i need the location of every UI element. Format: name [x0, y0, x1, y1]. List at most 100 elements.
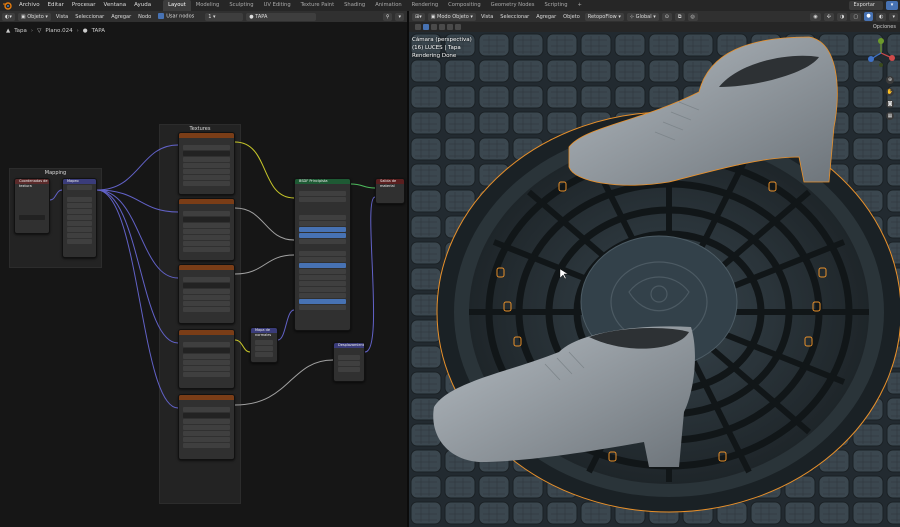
perspective-grid-icon[interactable]: ▦: [886, 112, 894, 120]
node-row: [338, 367, 360, 372]
pivot-icon[interactable]: ⊙: [661, 12, 672, 21]
node-material-output[interactable]: Salida de material: [375, 178, 405, 204]
node-image-texture-1[interactable]: [178, 132, 235, 195]
node-row: [67, 239, 92, 244]
node-row: [183, 342, 230, 347]
node-title: [179, 133, 234, 138]
shading-options-icon[interactable]: ▾: [889, 12, 898, 21]
node-mapping[interactable]: Mapeo: [62, 178, 97, 258]
node-image-texture-5[interactable]: [178, 394, 235, 460]
tab-rendering[interactable]: Rendering: [407, 0, 444, 11]
breadcrumb-mesh[interactable]: Plano.024: [45, 28, 72, 34]
scene-selector-icon[interactable]: ▾: [886, 1, 898, 10]
node-displacement[interactable]: Desplazamiento: [333, 342, 365, 382]
xray-icon[interactable]: ▢: [850, 12, 862, 21]
link-bsdf-out: [350, 183, 376, 189]
node-texture-coordinate[interactable]: Coordenadas de textura: [14, 178, 50, 234]
viewport-tool-header: Opciones: [409, 22, 900, 32]
menu-objeto[interactable]: Objeto: [561, 14, 582, 20]
node-image-texture-2[interactable]: [178, 198, 235, 261]
select-box-icon[interactable]: [423, 24, 429, 30]
menu-seleccionar[interactable]: Seleccionar: [73, 14, 106, 20]
menu-seleccionar[interactable]: Seleccionar: [498, 14, 531, 20]
overlay-icon[interactable]: ▾: [395, 12, 404, 21]
zoom-icon[interactable]: ⊕: [886, 76, 894, 84]
visibility-icon[interactable]: ◉: [810, 12, 821, 21]
select-intersect-icon[interactable]: [455, 24, 461, 30]
node-row: [299, 251, 346, 256]
menu-agregar[interactable]: Agregar: [534, 14, 558, 20]
node-row: [67, 221, 92, 226]
camera-view-icon[interactable]: ◙: [886, 100, 894, 108]
node-title: [179, 330, 234, 335]
node-row: [183, 437, 230, 442]
menu-vista[interactable]: Vista: [479, 14, 495, 20]
node-row: [299, 227, 346, 232]
options-menu[interactable]: Opciones: [873, 24, 896, 30]
breadcrumb-material[interactable]: TAPA: [92, 28, 105, 34]
menu-nodo[interactable]: Nodo: [136, 14, 153, 20]
mode-select[interactable]: ▣ Modo Objeto ▾: [427, 12, 476, 21]
select-subtract-icon[interactable]: [439, 24, 445, 30]
tab-scripting[interactable]: Scripting: [539, 0, 572, 11]
node-row: [19, 197, 45, 202]
transform-orientation-select[interactable]: ⊹ Global ▾: [626, 12, 659, 21]
tab-compositing[interactable]: Compositing: [443, 0, 486, 11]
link-metallic: [234, 254, 295, 275]
node-row: [183, 443, 230, 448]
material-select[interactable]: ● TAPA: [246, 12, 317, 21]
node-row: [299, 275, 346, 280]
select-invert-icon[interactable]: [447, 24, 453, 30]
menu-procesar[interactable]: Procesar: [68, 0, 100, 11]
menu-agregar[interactable]: Agregar: [109, 14, 133, 20]
use-nodes-checkbox[interactable]: Usar nodos: [156, 13, 196, 20]
blender-logo-icon[interactable]: [2, 1, 12, 10]
menu-vista[interactable]: Vista: [54, 14, 70, 20]
pan-hand-icon[interactable]: ✋: [886, 88, 894, 96]
tab-shading[interactable]: Shading: [339, 0, 370, 11]
tab-modeling[interactable]: Modeling: [191, 0, 225, 11]
3d-viewport[interactable]: Cámara (perspectiva) (16) LUCES | Tapa R…: [409, 32, 900, 527]
node-row: [67, 227, 92, 232]
node-row: [299, 311, 346, 316]
overlays-icon[interactable]: ◑: [837, 12, 848, 21]
tab-texture-paint[interactable]: Texture Paint: [296, 0, 339, 11]
gizmo-toggle-icon[interactable]: ✣: [823, 12, 834, 21]
select-extend-icon[interactable]: [431, 24, 437, 30]
menu-archivo[interactable]: Archivo: [15, 0, 44, 11]
shading-rendered-icon[interactable]: ◐: [876, 12, 887, 21]
node-canvas[interactable]: Mapping Coordenadas de textura Mapeo Tex…: [0, 40, 407, 527]
select-tool-icon[interactable]: [415, 24, 421, 30]
node-image-texture-4[interactable]: [178, 329, 235, 389]
add-workspace-button[interactable]: +: [573, 0, 587, 11]
node-row: [183, 271, 230, 276]
editor-type-icon[interactable]: ◐▾: [2, 12, 15, 21]
tab-geometry-nodes[interactable]: Geometry Nodes: [486, 0, 540, 11]
object-mode-select[interactable]: ▣ Objeto ▾: [17, 12, 51, 21]
shading-solid-icon[interactable]: ●: [864, 12, 874, 21]
export-button[interactable]: Exportar: [848, 1, 883, 10]
menu-ayuda[interactable]: Ayuda: [130, 0, 155, 11]
slot-select[interactable]: 1 ▾: [205, 12, 244, 21]
breadcrumb-object[interactable]: Tapa: [14, 28, 27, 34]
tab-sculpting[interactable]: Sculpting: [224, 0, 258, 11]
node-normal-map[interactable]: Mapa de normales: [250, 327, 278, 363]
tab-uv-editing[interactable]: UV Editing: [259, 0, 296, 11]
node-principled-bsdf[interactable]: BSDF Principista: [294, 178, 351, 331]
node-title: [179, 199, 234, 204]
node-row: [183, 283, 230, 288]
node-row: [183, 354, 230, 359]
retopoflow-menu[interactable]: RetopoFlow ▾: [584, 12, 624, 21]
node-image-texture-3[interactable]: [178, 264, 235, 324]
navigation-gizmo-icon[interactable]: [866, 38, 896, 68]
menu-editar[interactable]: Editar: [44, 0, 68, 11]
node-row: [183, 175, 230, 180]
node-row: [183, 289, 230, 294]
tab-animation[interactable]: Animation: [370, 0, 406, 11]
editor-type-icon[interactable]: ⊞▾: [412, 12, 425, 21]
tab-layout[interactable]: Layout: [163, 0, 191, 11]
proportional-edit-icon[interactable]: ◎: [687, 12, 698, 21]
pin-icon[interactable]: ⚲: [382, 12, 393, 21]
menu-ventana[interactable]: Ventana: [100, 0, 131, 11]
snap-icon[interactable]: ⧉: [674, 12, 685, 21]
